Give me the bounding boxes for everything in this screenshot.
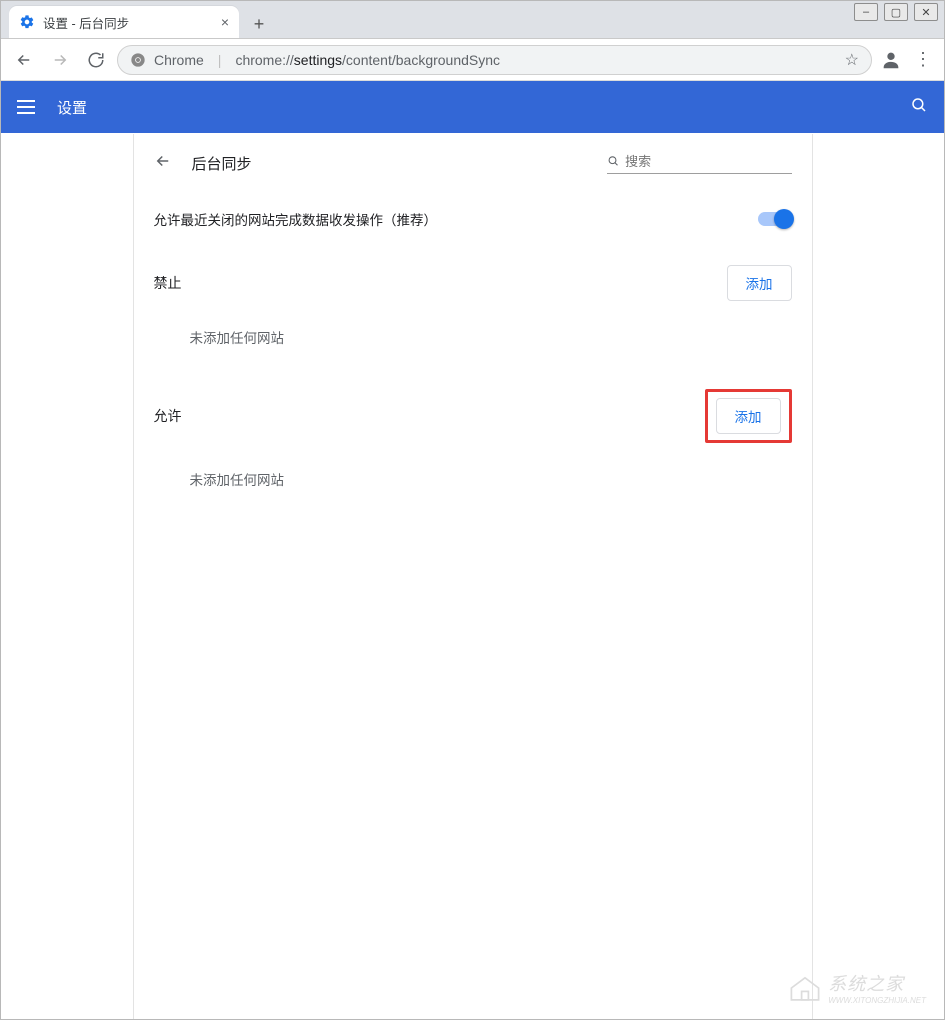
settings-header-title: 设置 [57,97,87,118]
watermark-sub: WWW.XITONGZHIJIA.NET [828,996,926,1005]
toggle-knob [774,209,794,229]
tab-strip: 设置 - 后台同步 × + [1,1,944,39]
new-tab-button[interactable]: + [245,10,273,38]
bookmark-star-icon[interactable]: ☆ [845,50,859,70]
section-search[interactable] [607,154,792,174]
url-text: chrome://settings/content/backgroundSync [235,52,500,68]
url-scheme-label: Chrome [154,52,204,68]
block-empty-message: 未添加任何网站 [154,301,792,367]
browser-tab[interactable]: 设置 - 后台同步 × [9,6,239,38]
settings-header: 设置 [1,81,944,133]
search-input[interactable] [625,154,791,169]
browser-toolbar: Chrome | chrome://settings/content/backg… [1,39,944,81]
account-icon[interactable] [878,47,904,73]
menu-icon[interactable] [17,95,41,119]
block-add-button[interactable]: 添加 [727,265,792,301]
search-icon [607,154,620,168]
house-icon [788,974,822,1002]
toggle-row: 允许最近关闭的网站完成数据收发操作（推荐） [134,189,812,249]
allow-add-button[interactable]: 添加 [716,398,781,434]
page-title: 后台同步 [192,153,252,174]
block-section: 禁止 添加 未添加任何网站 [134,249,812,373]
allow-empty-message: 未添加任何网站 [154,443,792,509]
window-maximize-button[interactable]: ▢ [884,3,908,21]
url-separator: | [212,52,228,68]
window-minimize-button[interactable]: – [854,3,878,21]
tab-title: 设置 - 后台同步 [43,13,129,32]
background-sync-toggle[interactable] [758,212,792,226]
settings-card: 后台同步 允许最近关闭的网站完成数据收发操作（推荐） 禁止 添加 未添加任何网站… [133,134,813,1019]
settings-page: 后台同步 允许最近关闭的网站完成数据收发操作（推荐） 禁止 添加 未添加任何网站… [1,134,944,1019]
window-controls: – ▢ ✕ [848,1,944,25]
allow-section: 允许 添加 未添加任何网站 [134,373,812,515]
allow-heading: 允许 [154,406,182,426]
address-bar[interactable]: Chrome | chrome://settings/content/backg… [117,45,872,75]
block-heading: 禁止 [154,273,182,293]
back-button[interactable] [9,45,39,75]
watermark-text: 系统之家 [828,970,926,996]
back-arrow-icon[interactable] [154,152,172,175]
browser-menu-button[interactable]: ⋮ [910,49,936,70]
close-icon[interactable]: × [221,14,229,30]
watermark: 系统之家 WWW.XITONGZHIJIA.NET [788,970,926,1005]
toggle-label: 允许最近关闭的网站完成数据收发操作（推荐） [154,209,438,229]
forward-button[interactable] [45,45,75,75]
chrome-icon [130,52,146,68]
search-icon[interactable] [910,96,928,119]
reload-button[interactable] [81,45,111,75]
section-header: 后台同步 [134,134,812,189]
window-close-button[interactable]: ✕ [914,3,938,21]
allow-add-highlight: 添加 [705,389,792,443]
gear-icon [19,14,35,30]
